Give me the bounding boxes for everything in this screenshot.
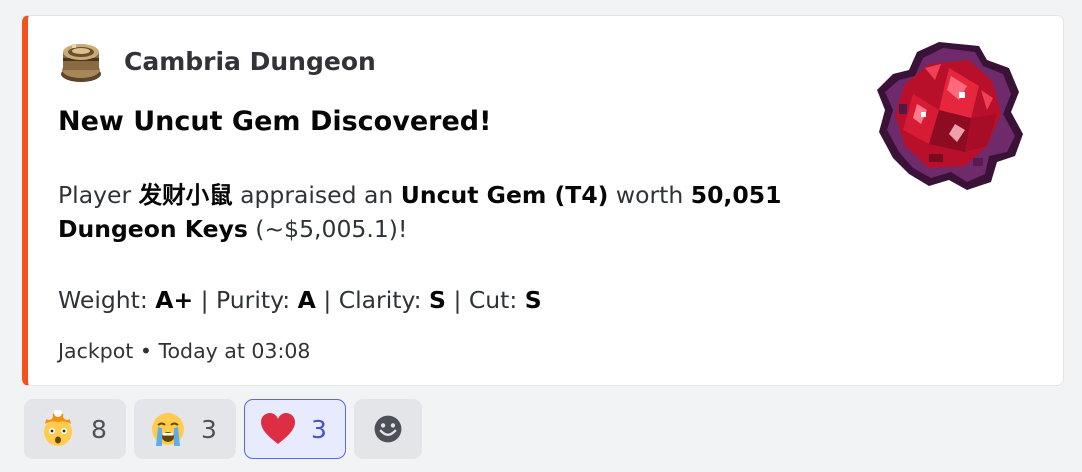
stat-separator: |	[445, 286, 469, 314]
author-name[interactable]: Cambria Dungeon	[124, 47, 376, 76]
embed-description: Player 发财小鼠 appraised an Uncut Gem (T4) …	[58, 178, 818, 246]
stat-value: A+	[155, 286, 194, 314]
stat-label: Clarity:	[338, 286, 430, 314]
stat-value: S	[429, 286, 446, 314]
player-name: 发财小鼠	[138, 181, 233, 209]
treasure-barrel-icon	[61, 44, 101, 82]
reaction-count: 8	[91, 414, 107, 444]
reaction-count: 3	[311, 414, 327, 444]
desc-text: Player	[58, 181, 139, 209]
stat-separator: |	[193, 286, 217, 314]
reaction-exploding-head[interactable]: 8	[24, 399, 126, 459]
stat-label: Purity:	[216, 286, 298, 314]
stat-label: Cut:	[468, 286, 525, 314]
embed-card: Cambria Dungeon New Uncut Gem Discovered…	[22, 15, 1064, 386]
desc-text: appraised an	[232, 181, 401, 209]
footer-timestamp[interactable]: Today at 03:08	[158, 339, 310, 363]
add-reaction-smiley-icon	[374, 415, 402, 443]
usd-value: (~$5,005.1)!	[247, 215, 408, 243]
exploding-head-emoji	[44, 410, 72, 446]
loudly-crying-face-emoji	[152, 413, 184, 446]
gem-stats: Weight: A+ | Purity: A | Clarity: S | Cu…	[58, 286, 542, 314]
stat-value: A	[297, 286, 316, 314]
embed-title: New Uncut Gem Discovered!	[58, 106, 492, 137]
item-name: Uncut Gem (T4)	[400, 181, 609, 209]
red-uncut-gem-image[interactable]	[869, 34, 1031, 196]
add-reaction-button[interactable]	[354, 399, 422, 459]
footer-separator: •	[133, 339, 159, 363]
embed-footer: Jackpot • Today at 03:08	[58, 339, 310, 363]
stat-value: S	[524, 286, 542, 314]
desc-text: worth	[608, 181, 691, 209]
reactions-bar: 8 3 3	[24, 399, 422, 459]
reaction-count: 3	[201, 414, 217, 444]
red-heart-emoji	[261, 413, 295, 444]
reaction-red-heart[interactable]: 3	[244, 399, 346, 459]
reaction-loudly-crying[interactable]: 3	[134, 399, 236, 459]
stat-label: Weight:	[58, 286, 156, 314]
stat-separator: |	[315, 286, 339, 314]
footer-text: Jackpot	[58, 339, 134, 363]
